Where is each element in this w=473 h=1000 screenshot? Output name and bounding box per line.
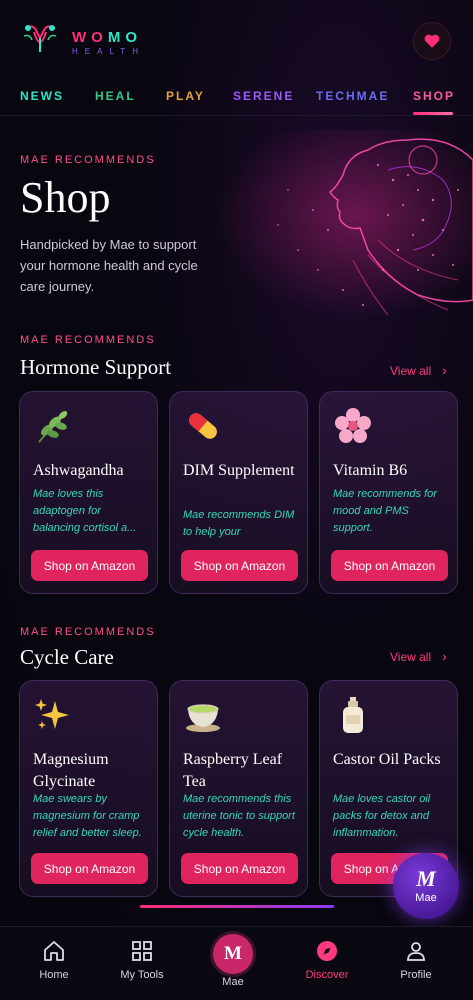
- app-screen: WOMO HEALTH NEWS HEAL PLAY SERENE TECHMA…: [0, 0, 473, 1000]
- uterus-logo-icon[interactable]: [20, 18, 60, 58]
- compass-icon: [317, 941, 337, 961]
- tab-techmae[interactable]: TECHMAE: [316, 89, 389, 103]
- tab-news[interactable]: NEWS: [20, 89, 64, 103]
- tab-shop[interactable]: SHOP: [413, 89, 455, 103]
- herb-icon: [38, 411, 68, 443]
- view-all-cycle-care-link[interactable]: View all: [390, 650, 431, 664]
- shop-on-amazon-button[interactable]: Shop on Amazon: [331, 550, 448, 581]
- shop-on-amazon-button[interactable]: Shop on Amazon: [31, 550, 148, 581]
- hero-subtitle: Handpicked by Mae to support your hormon…: [20, 237, 198, 294]
- mae-label: Mae: [415, 892, 437, 904]
- pill-icon: [189, 413, 217, 439]
- woman-profile-illustration: [218, 130, 473, 320]
- chevron-right-icon[interactable]: ›: [442, 362, 447, 378]
- mae-letter: M: [416, 866, 436, 891]
- section-title-hormone-support: Hormone Support: [20, 355, 172, 379]
- product-description: Mae loves this adaptogen for balancing c…: [33, 488, 137, 534]
- product-name: Ashwagandha: [33, 462, 124, 479]
- section-kicker: MAE RECOMMENDS: [20, 626, 156, 638]
- grid-icon: [132, 941, 152, 961]
- active-tab-indicator: [413, 112, 453, 115]
- product-name: Vitamin B6: [333, 462, 408, 479]
- product-description: Mae recommends DIM to help your: [183, 509, 295, 538]
- heart-icon: [424, 34, 440, 48]
- shop-on-amazon-button[interactable]: Shop on Amazon: [181, 550, 298, 581]
- product-description: Mae recommends for mood and PMS support.: [333, 488, 437, 534]
- favorites-button[interactable]: [413, 22, 451, 60]
- tab-play[interactable]: PLAY: [166, 89, 205, 103]
- chevron-right-icon[interactable]: ›: [442, 648, 447, 664]
- category-tabs: NEWS HEAL PLAY SERENE TECHMAE SHOP: [0, 86, 473, 116]
- product-card-dim-supplement[interactable]: DIM Supplement Mae recommends DIM to hel…: [169, 391, 308, 594]
- tea-icon: [186, 704, 220, 732]
- product-description: Mae swears by magnesium for cramp relief…: [33, 793, 142, 839]
- nav-label: Home: [39, 969, 69, 981]
- shop-on-amazon-button[interactable]: Shop on Amazon: [31, 853, 148, 884]
- nav-home[interactable]: Home: [14, 939, 94, 981]
- nav-profile[interactable]: Profile: [376, 939, 456, 981]
- nav-label-mae[interactable]: Mae: [213, 976, 253, 988]
- home-icon: [44, 941, 64, 961]
- nav-my-tools[interactable]: My Tools: [102, 939, 182, 981]
- product-card-magnesium-glycinate[interactable]: Magnesium Glycinate Mae swears by magnes…: [19, 680, 158, 897]
- nav-discover[interactable]: Discover: [287, 939, 367, 981]
- hero-kicker: MAE RECOMMENDS: [20, 154, 156, 166]
- scroll-indicator: [140, 905, 334, 908]
- mae-avatar-icon[interactable]: M: [213, 934, 253, 974]
- product-name: Castor Oil Packs: [333, 751, 441, 768]
- product-description: Mae loves castor oil packs for detox and…: [333, 793, 431, 839]
- product-name: DIM Supplement: [183, 462, 295, 479]
- blossom-icon: [335, 408, 371, 443]
- view-all-hormone-support-link[interactable]: View all: [390, 364, 431, 378]
- product-card-ashwagandha[interactable]: Ashwagandha Mae loves this adaptogen for…: [19, 391, 158, 594]
- section-title-cycle-care: Cycle Care: [20, 645, 114, 669]
- tab-heal[interactable]: HEAL: [95, 89, 136, 103]
- lotion-bottle-icon: [343, 697, 363, 733]
- brand-subtitle: HEALTH: [72, 47, 145, 56]
- ask-mae-floating-button[interactable]: M Mae: [393, 853, 459, 919]
- person-icon: [407, 942, 425, 961]
- product-card-vitamin-b6[interactable]: Vitamin B6 Mae recommends for mood and P…: [319, 391, 458, 594]
- tab-serene[interactable]: SERENE: [233, 89, 294, 103]
- shop-on-amazon-button[interactable]: Shop on Amazon: [181, 853, 298, 884]
- nav-label: Discover: [305, 969, 349, 981]
- product-card-raspberry-leaf-tea[interactable]: Raspberry Leaf Tea Mae recommends this u…: [169, 680, 308, 897]
- section-kicker: MAE RECOMMENDS: [20, 334, 156, 346]
- product-name: Raspberry Leaf Tea: [183, 751, 283, 790]
- product-description: Mae recommends this uterine tonic to sup…: [183, 793, 295, 839]
- nav-label: Profile: [400, 969, 432, 981]
- nav-label: My Tools: [120, 969, 164, 981]
- top-header: WOMO HEALTH: [0, 0, 473, 78]
- page-title: Shop: [20, 173, 111, 222]
- product-name: Magnesium Glycinate: [33, 751, 109, 790]
- sparkles-icon: [35, 699, 69, 729]
- brand-name: WOMO: [72, 29, 142, 46]
